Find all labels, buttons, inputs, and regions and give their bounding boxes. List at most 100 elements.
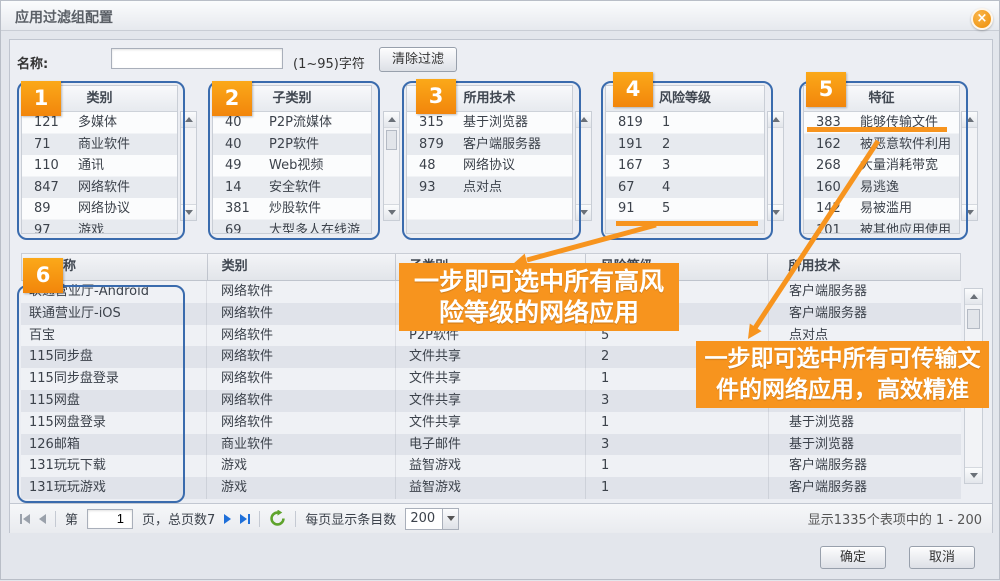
list-item[interactable]: 69 大型多人在线游戏 [213,220,371,235]
chevron-up-icon [966,113,974,122]
list-item[interactable]: 162 被恶意软件利用 [804,134,959,156]
chevron-down-icon [772,210,780,219]
list-item[interactable]: 381 炒股软件 [213,198,371,220]
list-item[interactable]: 89 网络协议 [22,198,177,220]
cancel-button[interactable]: 取消 [909,546,975,569]
scroll-up-button[interactable] [768,112,783,128]
list-item[interactable]: 191 2 [606,134,764,156]
cell-technology: 基于浏览器 [769,412,961,434]
cell-category: 网络软件 [207,303,396,325]
list-item[interactable]: 110 通讯 [22,155,177,177]
cell-subcategory: 电子邮件 [396,434,586,456]
table-row[interactable]: 联通营业厅-Android 网络软件 客户端服务器 [21,281,961,303]
scroll-down-button[interactable] [768,204,783,220]
cell-risk-level [586,281,769,303]
step-badge-2: 2 [212,81,252,116]
list-item[interactable]: 97 游戏 [22,220,177,235]
close-icon: × [977,11,988,26]
list-item[interactable]: 315 基于浏览器 [407,112,572,134]
list-item-count: 381 [213,198,269,220]
list-item[interactable]: 160 易逃逸 [804,177,959,199]
list-item[interactable]: 819 1 [606,112,764,134]
cell-technology: 基于浏览器 [769,390,961,412]
close-button[interactable]: × [971,8,993,30]
scroll-up-button[interactable] [181,112,196,128]
list-item-count: 69 [213,220,269,235]
scrollbar[interactable] [383,111,400,221]
table-row[interactable]: 百宝 网络软件 P2P软件 5 点对点 [21,325,961,347]
list-item-label: 易逃逸 [860,177,959,199]
scroll-up-button[interactable] [965,289,982,305]
list-item[interactable]: 167 3 [606,155,764,177]
table-row[interactable]: 126邮箱 商业软件 电子邮件 3 基于浏览器 [21,434,961,456]
list-item-count: 110 [22,155,78,177]
list-item[interactable]: 67 4 [606,177,764,199]
prev-page-button[interactable] [39,514,46,524]
table-row[interactable]: 131玩玩下载 游戏 益智游戏 1 客户端服务器 [21,455,961,477]
list-item[interactable]: 383 能够传输文件 [804,112,959,134]
refresh-icon[interactable] [269,510,286,527]
cell-subcategory: 文件共享 [396,390,586,412]
table-row[interactable]: 联通营业厅-iOS 网络软件 客户端服务器 [21,303,961,325]
chevron-down-icon [970,473,978,482]
list-item-label: 1 [662,112,764,134]
list-item[interactable]: 49 Web视频 [213,155,371,177]
first-page-button[interactable] [20,514,30,524]
list-item[interactable]: 91 5 [606,198,764,220]
clear-filter-button[interactable]: 清除过滤 [379,47,457,72]
table-row[interactable]: 115网盘 网络软件 文件共享 3 基于浏览器 [21,390,961,412]
list-item[interactable]: 879 客户端服务器 [407,134,572,156]
list-item[interactable]: 101 被其他应用使用 [804,220,959,235]
scroll-up-button[interactable] [962,112,977,128]
table-row[interactable]: 115同步盘登录 网络软件 文件共享 1 [21,368,961,390]
list-item-count: 315 [407,112,463,134]
page-prefix-label: 第 [65,509,78,528]
scrollbar[interactable] [961,111,978,221]
scroll-up-button[interactable] [576,112,591,128]
last-page-button[interactable] [240,514,250,524]
list-item[interactable]: 71 商业软件 [22,134,177,156]
table-row[interactable]: 131玩玩游戏 游戏 益智游戏 1 客户端服务器 [21,477,961,499]
table-row[interactable]: 115同步盘 网络软件 文件共享 2 [21,346,961,368]
page-suffix-label: 页，总页数7 [142,509,215,528]
list-item-label: 网络协议 [78,198,177,220]
list-item-count: 819 [606,112,662,134]
cell-technology: 客户端服务器 [769,303,961,325]
list-item[interactable]: 93 点对点 [407,177,572,199]
cell-technology: 基于浏览器 [769,434,961,456]
column-header-technology: 所用技术 [768,254,960,280]
chevron-up-icon [580,113,588,122]
scroll-down-button[interactable] [965,467,982,483]
step-badge-6: 6 [23,258,63,293]
scrollbar[interactable] [180,111,197,221]
scroll-down-button[interactable] [384,204,399,220]
cell-name: 115网盘登录 [21,412,207,434]
scrollbar-thumb[interactable] [386,130,397,150]
chevron-up-icon [185,113,193,122]
scroll-down-button[interactable] [962,204,977,220]
page-number-input[interactable] [87,509,133,529]
scroll-down-button[interactable] [181,204,196,220]
name-input[interactable] [111,48,283,69]
table-row[interactable]: 115网盘登录 网络软件 文件共享 1 基于浏览器 [21,412,961,434]
ok-button[interactable]: 确定 [820,546,886,569]
chevron-down-icon [966,210,974,219]
scroll-down-button[interactable] [576,204,591,220]
scrollbar-thumb[interactable] [967,309,980,329]
dropdown-button[interactable] [442,509,458,529]
list-item[interactable]: 142 易被滥用 [804,198,959,220]
cell-subcategory [396,281,586,303]
scroll-up-button[interactable] [384,112,399,128]
step-badge-1: 1 [21,81,61,116]
scrollbar[interactable] [767,111,784,221]
list-item[interactable]: 48 网络协议 [407,155,572,177]
scrollbar[interactable] [575,111,592,221]
next-page-button[interactable] [224,514,231,524]
list-item[interactable]: 268 大量消耗带宽 [804,155,959,177]
list-item-count: 268 [804,155,860,177]
list-item[interactable]: 14 安全软件 [213,177,371,199]
list-item[interactable]: 847 网络软件 [22,177,177,199]
per-page-select[interactable]: 200 [405,508,459,530]
list-item[interactable]: 40 P2P软件 [213,134,371,156]
table-scrollbar[interactable] [964,288,983,484]
